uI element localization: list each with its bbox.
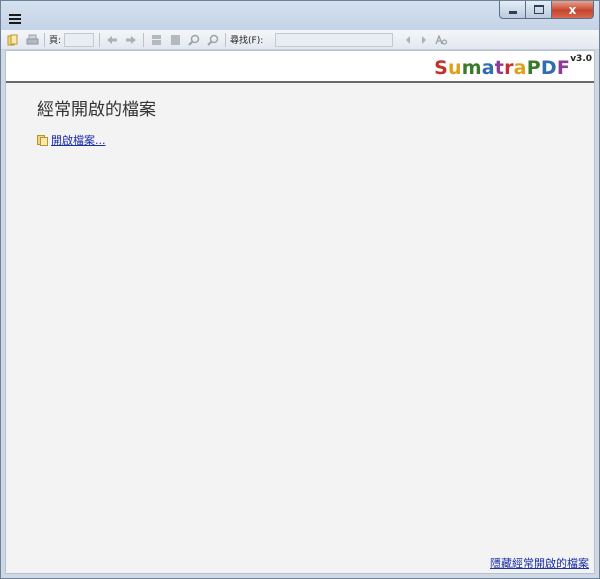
find-input[interactable] xyxy=(275,32,394,47)
continuous-page-icon[interactable] xyxy=(168,33,182,47)
find-label: 尋找(F): xyxy=(230,36,264,46)
brand-header: SumatraPDF v3.0 xyxy=(6,51,594,83)
minimize-icon xyxy=(508,11,517,14)
find-prev-icon[interactable] xyxy=(401,33,415,47)
match-case-icon[interactable] xyxy=(434,33,448,47)
back-arrow-icon[interactable] xyxy=(105,33,119,47)
home-page: SumatraPDF v3.0 經常開啟的檔案 開啟檔案... 隱藏經常開啟的檔… xyxy=(5,50,595,574)
version-label: v3.0 xyxy=(570,54,592,64)
open-file-item[interactable]: 開啟檔案... xyxy=(37,132,106,148)
window-controls: x xyxy=(499,1,594,19)
toolbar: 頁: 尋找(F): xyxy=(1,30,599,50)
toolbar-separator xyxy=(99,32,101,47)
open-file-icon xyxy=(37,134,48,146)
title-bar: x xyxy=(1,1,599,30)
app-logo: SumatraPDF xyxy=(434,57,570,79)
open-icon[interactable] xyxy=(6,33,20,47)
open-file-link[interactable]: 開啟檔案... xyxy=(51,132,106,148)
page-label: 頁: xyxy=(49,36,62,46)
zoom-out-icon[interactable] xyxy=(206,33,220,47)
find-next-icon[interactable] xyxy=(417,33,431,47)
print-icon[interactable] xyxy=(25,33,39,47)
page-input[interactable] xyxy=(64,32,95,47)
forward-arrow-icon[interactable] xyxy=(124,33,138,47)
toolbar-separator xyxy=(225,32,227,47)
close-button[interactable]: x xyxy=(551,1,594,19)
app-window: x 頁: 尋找(F): SumatraPDF v3.0 經常開啟的檔案 開啟檔案… xyxy=(0,0,600,579)
toolbar-separator xyxy=(143,32,145,47)
maximize-button[interactable] xyxy=(525,1,551,19)
minimize-button[interactable] xyxy=(499,1,525,19)
maximize-icon xyxy=(533,5,544,14)
toolbar-separator xyxy=(44,32,45,47)
single-page-icon[interactable] xyxy=(149,33,163,47)
zoom-in-icon[interactable] xyxy=(187,33,201,47)
page-title: 經常開啟的檔案 xyxy=(37,100,156,120)
menu-icon[interactable] xyxy=(9,14,21,24)
close-icon: x xyxy=(568,2,577,17)
hide-recent-link[interactable]: 隱藏經常開啟的檔案 xyxy=(490,555,589,571)
